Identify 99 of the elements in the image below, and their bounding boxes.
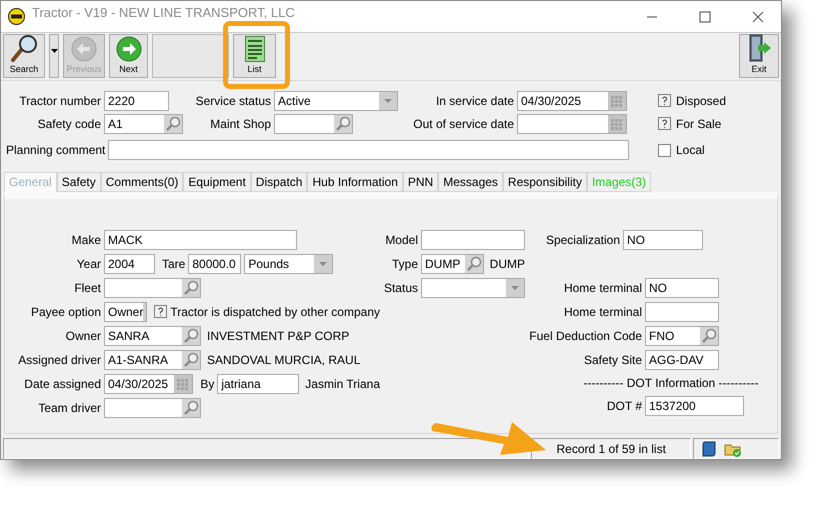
lookup-field[interactable]: A1 (104, 114, 183, 134)
field-label: By (200, 376, 214, 391)
field-note: Jasmin Triana (305, 376, 380, 391)
exit-door-icon (747, 34, 771, 62)
lookup-field[interactable]: FNO (645, 326, 719, 346)
input-field[interactable] (421, 230, 525, 250)
field-label: Year (76, 256, 101, 271)
dropdown-field[interactable]: Active (274, 90, 398, 111)
field-label: DOT # (606, 398, 642, 413)
close-icon (752, 10, 764, 22)
tab[interactable]: Equipment (183, 172, 251, 192)
lookup-field[interactable] (104, 278, 201, 298)
tab[interactable]: Messages (438, 172, 503, 192)
magnifier-icon (700, 326, 718, 345)
input-field[interactable]: NO (623, 230, 703, 250)
magnifier-icon (464, 254, 483, 273)
window-title: Tractor - V19 - NEW LINE TRANSPORT, LLC (32, 5, 296, 20)
record-count: Record 1 of 59 in list (556, 442, 666, 456)
field-label: Payee option (30, 304, 101, 319)
tab[interactable]: Responsibility (502, 172, 587, 192)
input-field[interactable]: 2220 (104, 90, 169, 111)
maximize-icon (699, 10, 711, 22)
caret-icon (50, 49, 58, 54)
field-label: Make (70, 232, 101, 247)
list-document-icon (244, 36, 264, 62)
input-field[interactable] (108, 140, 629, 160)
field-label: Assigned driver (17, 352, 101, 367)
checkbox-label: Disposed (676, 94, 726, 108)
field-label: Home terminal (562, 304, 642, 319)
calendar-icon (608, 114, 626, 133)
checkbox[interactable] (658, 94, 671, 108)
lookup-field[interactable]: SANRA (104, 326, 201, 346)
dropdown-field[interactable]: Pounds (244, 254, 334, 274)
magnifier-icon (182, 326, 200, 345)
input-field[interactable]: NO (645, 278, 719, 298)
exit-button[interactable]: Exit (739, 34, 779, 78)
magnifier-icon (182, 278, 200, 297)
field-label: Planning comment (6, 143, 106, 158)
input-field[interactable]: 1537200 (645, 396, 744, 416)
field-label: Specialization (544, 232, 620, 247)
input-field[interactable]: 80000.0 (188, 254, 242, 274)
field-label: Service status (196, 94, 271, 108)
dropdown-button[interactable] (49, 34, 59, 78)
checkbox-label: Local (676, 143, 705, 158)
field-label: Safety Site (582, 352, 642, 367)
input-field[interactable]: 2004 (104, 254, 155, 274)
tab[interactable]: Hub Information (307, 172, 403, 192)
field-label: Model (384, 232, 418, 247)
magnifier-icon (182, 350, 200, 369)
search-button[interactable]: Search (3, 34, 45, 78)
field-label: Status (382, 280, 418, 295)
checkbox[interactable] (658, 117, 671, 130)
field-label: Safety code (38, 116, 101, 131)
input-field[interactable]: AGG-DAV (645, 350, 719, 370)
field-label: Tare (162, 256, 186, 271)
search-icon (9, 34, 39, 62)
calendar-icon (608, 92, 626, 110)
dropdown-field[interactable] (421, 278, 525, 298)
checkbox[interactable] (658, 144, 671, 157)
magnifier-icon (182, 398, 200, 417)
tab[interactable]: Comments(0) (100, 172, 184, 192)
field-label: Tractor number (19, 94, 101, 108)
field-label: Owner (64, 328, 101, 343)
date-field[interactable]: 04/30/2025 (517, 90, 627, 111)
field-note: SANDOVAL MURCIA, RAUL (207, 352, 360, 367)
date-field[interactable]: 04/30/2025 (104, 374, 194, 394)
field-label: Out of service date (413, 116, 514, 131)
field-note: DUMP (490, 256, 525, 271)
tab[interactable]: Dispatch (250, 172, 308, 192)
field-label: Maint Shop (210, 116, 271, 131)
input-field[interactable]: jatriana (217, 374, 300, 394)
input-field[interactable]: MACK (104, 230, 297, 250)
field-label: Home terminal (562, 280, 642, 295)
app-logo-icon (8, 8, 25, 25)
field-label: Team driver (37, 400, 101, 415)
lookup-field[interactable] (274, 114, 353, 134)
input-field[interactable] (645, 302, 719, 322)
checkbox-label: For Sale (676, 116, 722, 131)
field-label: Type (390, 256, 418, 271)
field-label: In service date (436, 94, 514, 108)
checkbox[interactable] (154, 305, 168, 318)
lookup-field[interactable] (104, 398, 201, 418)
field-label: Fuel Deduction Code (528, 328, 642, 343)
dropdown-field[interactable]: Owner (104, 302, 148, 322)
magnifier-icon (334, 114, 352, 133)
magnifier-icon (164, 114, 182, 133)
field-label: Fleet (73, 280, 101, 295)
checkbox-label: Tractor is dispatched by other company (170, 304, 380, 319)
lookup-field[interactable]: A1-SANRA (104, 350, 201, 370)
lookup-field[interactable]: DUMP (421, 254, 484, 274)
tab[interactable]: Safety (56, 172, 101, 192)
tab[interactable]: PNN (402, 172, 438, 192)
field-note: INVESTMENT P&P CORP (207, 328, 350, 343)
date-field[interactable] (517, 114, 627, 134)
list-button[interactable]: List (233, 34, 276, 78)
calendar-icon (174, 374, 192, 393)
field-label: Date assigned (23, 376, 101, 391)
section-heading: ---------- DOT Information ---------- (582, 376, 760, 392)
next-button[interactable]: Next (109, 34, 148, 78)
